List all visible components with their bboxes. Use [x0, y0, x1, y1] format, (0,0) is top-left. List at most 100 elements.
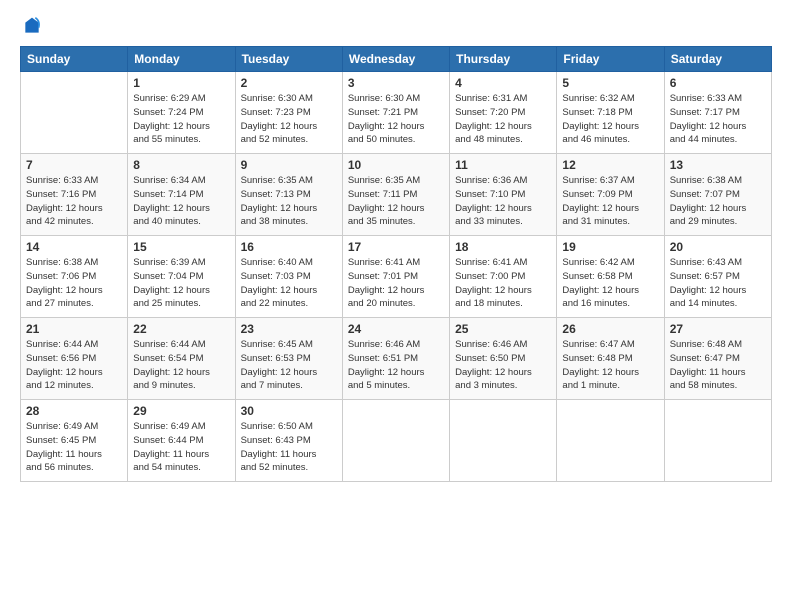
day-info: Sunrise: 6:38 AM Sunset: 7:06 PM Dayligh… [26, 256, 122, 311]
calendar-cell: 8 Sunrise: 6:34 AM Sunset: 7:14 PM Daylig… [128, 154, 235, 236]
day-info: Sunrise: 6:50 AM Sunset: 6:43 PM Dayligh… [241, 420, 337, 475]
calendar-cell: 17 Sunrise: 6:41 AM Sunset: 7:01 PM Dayli… [342, 236, 449, 318]
week-row-2: 7 Sunrise: 6:33 AM Sunset: 7:16 PM Daylig… [21, 154, 772, 236]
calendar-cell: 11 Sunrise: 6:36 AM Sunset: 7:10 PM Dayli… [450, 154, 557, 236]
day-number: 11 [455, 158, 551, 172]
day-number: 22 [133, 322, 229, 336]
day-number: 30 [241, 404, 337, 418]
calendar-cell: 25 Sunrise: 6:46 AM Sunset: 6:50 PM Dayli… [450, 318, 557, 400]
page: SundayMondayTuesdayWednesdayThursdayFrid… [0, 0, 792, 612]
calendar-cell: 14 Sunrise: 6:38 AM Sunset: 7:06 PM Dayli… [21, 236, 128, 318]
calendar-cell: 6 Sunrise: 6:33 AM Sunset: 7:17 PM Daylig… [664, 72, 771, 154]
day-number: 7 [26, 158, 122, 172]
day-info: Sunrise: 6:39 AM Sunset: 7:04 PM Dayligh… [133, 256, 229, 311]
day-number: 5 [562, 76, 658, 90]
day-info: Sunrise: 6:41 AM Sunset: 7:00 PM Dayligh… [455, 256, 551, 311]
calendar-cell: 19Sunrise: 6:42 AM Sunset: 6:58 PM Dayli… [557, 236, 664, 318]
day-number: 16 [241, 240, 337, 254]
calendar-cell: 22 Sunrise: 6:44 AM Sunset: 6:54 PM Dayli… [128, 318, 235, 400]
day-number: 3 [348, 76, 444, 90]
calendar-cell: 13 Sunrise: 6:38 AM Sunset: 7:07 PM Dayli… [664, 154, 771, 236]
calendar-cell: 24 Sunrise: 6:46 AM Sunset: 6:51 PM Dayli… [342, 318, 449, 400]
calendar-cell [21, 72, 128, 154]
day-number: 6 [670, 76, 766, 90]
calendar-cell: 7 Sunrise: 6:33 AM Sunset: 7:16 PM Daylig… [21, 154, 128, 236]
day-info: Sunrise: 6:47 AM Sunset: 6:48 PM Dayligh… [562, 338, 658, 393]
day-info: Sunrise: 6:30 AM Sunset: 7:21 PM Dayligh… [348, 92, 444, 147]
calendar-cell: 4Sunrise: 6:31 AM Sunset: 7:20 PM Daylig… [450, 72, 557, 154]
day-info: Sunrise: 6:30 AM Sunset: 7:23 PM Dayligh… [241, 92, 337, 147]
calendar-cell [342, 400, 449, 482]
day-info: Sunrise: 6:33 AM Sunset: 7:16 PM Dayligh… [26, 174, 122, 229]
calendar-cell: 3 Sunrise: 6:30 AM Sunset: 7:21 PM Daylig… [342, 72, 449, 154]
col-header-sunday: Sunday [21, 47, 128, 72]
day-info: Sunrise: 6:40 AM Sunset: 7:03 PM Dayligh… [241, 256, 337, 311]
day-number: 26 [562, 322, 658, 336]
calendar-cell: 23 Sunrise: 6:45 AM Sunset: 6:53 PM Dayli… [235, 318, 342, 400]
calendar-cell: 2 Sunrise: 6:30 AM Sunset: 7:23 PM Daylig… [235, 72, 342, 154]
day-number: 14 [26, 240, 122, 254]
day-info: Sunrise: 6:33 AM Sunset: 7:17 PM Dayligh… [670, 92, 766, 147]
calendar-cell: 29Sunrise: 6:49 AM Sunset: 6:44 PM Dayli… [128, 400, 235, 482]
day-info: Sunrise: 6:34 AM Sunset: 7:14 PM Dayligh… [133, 174, 229, 229]
day-info: Sunrise: 6:44 AM Sunset: 6:54 PM Dayligh… [133, 338, 229, 393]
col-header-wednesday: Wednesday [342, 47, 449, 72]
day-number: 23 [241, 322, 337, 336]
day-number: 10 [348, 158, 444, 172]
day-info: Sunrise: 6:35 AM Sunset: 7:11 PM Dayligh… [348, 174, 444, 229]
day-info: Sunrise: 6:32 AM Sunset: 7:18 PM Dayligh… [562, 92, 658, 147]
day-info: Sunrise: 6:46 AM Sunset: 6:50 PM Dayligh… [455, 338, 551, 393]
day-number: 2 [241, 76, 337, 90]
day-info: Sunrise: 6:49 AM Sunset: 6:45 PM Dayligh… [26, 420, 122, 475]
day-info: Sunrise: 6:38 AM Sunset: 7:07 PM Dayligh… [670, 174, 766, 229]
col-header-friday: Friday [557, 47, 664, 72]
day-number: 21 [26, 322, 122, 336]
day-info: Sunrise: 6:45 AM Sunset: 6:53 PM Dayligh… [241, 338, 337, 393]
day-number: 20 [670, 240, 766, 254]
calendar-header-row: SundayMondayTuesdayWednesdayThursdayFrid… [21, 47, 772, 72]
day-info: Sunrise: 6:35 AM Sunset: 7:13 PM Dayligh… [241, 174, 337, 229]
header [20, 16, 772, 36]
day-info: Sunrise: 6:41 AM Sunset: 7:01 PM Dayligh… [348, 256, 444, 311]
day-number: 12 [562, 158, 658, 172]
calendar-cell: 18 Sunrise: 6:41 AM Sunset: 7:00 PM Dayli… [450, 236, 557, 318]
day-number: 9 [241, 158, 337, 172]
calendar-cell: 5 Sunrise: 6:32 AM Sunset: 7:18 PM Daylig… [557, 72, 664, 154]
week-row-5: 28 Sunrise: 6:49 AM Sunset: 6:45 PM Dayli… [21, 400, 772, 482]
day-info: Sunrise: 6:48 AM Sunset: 6:47 PM Dayligh… [670, 338, 766, 393]
day-number: 13 [670, 158, 766, 172]
day-number: 24 [348, 322, 444, 336]
calendar-cell: 16 Sunrise: 6:40 AM Sunset: 7:03 PM Dayli… [235, 236, 342, 318]
logo [20, 16, 42, 36]
day-number: 1 [133, 76, 229, 90]
week-row-4: 21 Sunrise: 6:44 AM Sunset: 6:56 PM Dayli… [21, 318, 772, 400]
calendar-cell: 20 Sunrise: 6:43 AM Sunset: 6:57 PM Dayli… [664, 236, 771, 318]
calendar-cell: 27Sunrise: 6:48 AM Sunset: 6:47 PM Dayli… [664, 318, 771, 400]
day-number: 19 [562, 240, 658, 254]
calendar-cell: 30 Sunrise: 6:50 AM Sunset: 6:43 PM Dayli… [235, 400, 342, 482]
day-info: Sunrise: 6:49 AM Sunset: 6:44 PM Dayligh… [133, 420, 229, 475]
day-number: 25 [455, 322, 551, 336]
logo-icon [22, 16, 42, 36]
calendar-cell [664, 400, 771, 482]
day-number: 17 [348, 240, 444, 254]
day-number: 4 [455, 76, 551, 90]
col-header-tuesday: Tuesday [235, 47, 342, 72]
calendar-cell: 21 Sunrise: 6:44 AM Sunset: 6:56 PM Dayli… [21, 318, 128, 400]
day-number: 15 [133, 240, 229, 254]
calendar-cell: 15 Sunrise: 6:39 AM Sunset: 7:04 PM Dayli… [128, 236, 235, 318]
day-number: 18 [455, 240, 551, 254]
day-info: Sunrise: 6:36 AM Sunset: 7:10 PM Dayligh… [455, 174, 551, 229]
calendar-cell: 10 Sunrise: 6:35 AM Sunset: 7:11 PM Dayli… [342, 154, 449, 236]
col-header-thursday: Thursday [450, 47, 557, 72]
day-info: Sunrise: 6:44 AM Sunset: 6:56 PM Dayligh… [26, 338, 122, 393]
day-info: Sunrise: 6:43 AM Sunset: 6:57 PM Dayligh… [670, 256, 766, 311]
calendar-table: SundayMondayTuesdayWednesdayThursdayFrid… [20, 46, 772, 482]
day-number: 28 [26, 404, 122, 418]
day-info: Sunrise: 6:46 AM Sunset: 6:51 PM Dayligh… [348, 338, 444, 393]
calendar-cell: 26 Sunrise: 6:47 AM Sunset: 6:48 PM Dayli… [557, 318, 664, 400]
col-header-saturday: Saturday [664, 47, 771, 72]
calendar-cell: 9 Sunrise: 6:35 AM Sunset: 7:13 PM Daylig… [235, 154, 342, 236]
calendar-cell [450, 400, 557, 482]
day-number: 8 [133, 158, 229, 172]
